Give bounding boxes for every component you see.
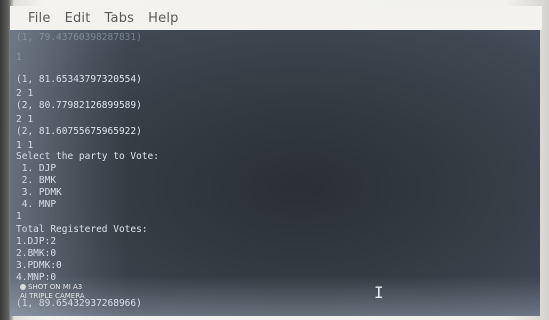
- terminal-line: 2. BMK: [16, 175, 57, 186]
- menu-edit[interactable]: Edit: [65, 11, 91, 26]
- terminal-line: 2 1: [16, 88, 34, 99]
- terminal-line: 4. MNP: [16, 199, 57, 210]
- text-cursor-icon: I: [374, 283, 384, 302]
- terminal-line: (2, 80.77982126899589): [16, 100, 142, 111]
- menu-tabs[interactable]: Tabs: [105, 11, 135, 26]
- terminal-line: 4.MNP:0: [16, 272, 57, 283]
- menu-file[interactable]: File: [28, 11, 51, 26]
- watermark-line-2: AI TRIPLE CAMERA: [20, 292, 85, 300]
- watermark-text-1: SHOT ON MI A3: [28, 283, 83, 291]
- watermark-line-1: SHOT ON MI A3: [20, 283, 85, 292]
- menu-help[interactable]: Help: [148, 11, 178, 26]
- terminal-line: 2.BMK:0: [16, 248, 57, 259]
- terminal-line: Select the party to Vote:: [16, 151, 159, 162]
- terminal-line: 3. PDMK: [16, 187, 62, 198]
- terminal-line: 1. DJP: [16, 163, 57, 174]
- terminal-line: 1.DJP:2: [16, 236, 57, 247]
- camera-logo-icon: [20, 284, 26, 290]
- terminal-line: 3.PDMK:0: [16, 260, 62, 271]
- menu-bar: File Edit Tabs Help: [10, 6, 542, 30]
- terminal-line: (2, 81.60755675965922): [16, 126, 142, 137]
- terminal-line: 1: [16, 211, 22, 222]
- terminal-line: 2 1: [16, 114, 34, 125]
- terminal-line: 1 1: [16, 140, 34, 151]
- terminal-line: Total Registered Votes:: [16, 224, 148, 235]
- terminal-line: 1: [16, 52, 22, 63]
- terminal-output[interactable]: (1, 79.43760398287831) 1 (1, 81.65343797…: [10, 30, 540, 316]
- terminal-line: (1, 81.65343797320554): [16, 74, 142, 85]
- screen-glare-bottom: [10, 276, 540, 316]
- camera-watermark: SHOT ON MI A3 AI TRIPLE CAMERA: [20, 283, 85, 301]
- terminal-line: (1, 79.43760398287831): [16, 32, 142, 43]
